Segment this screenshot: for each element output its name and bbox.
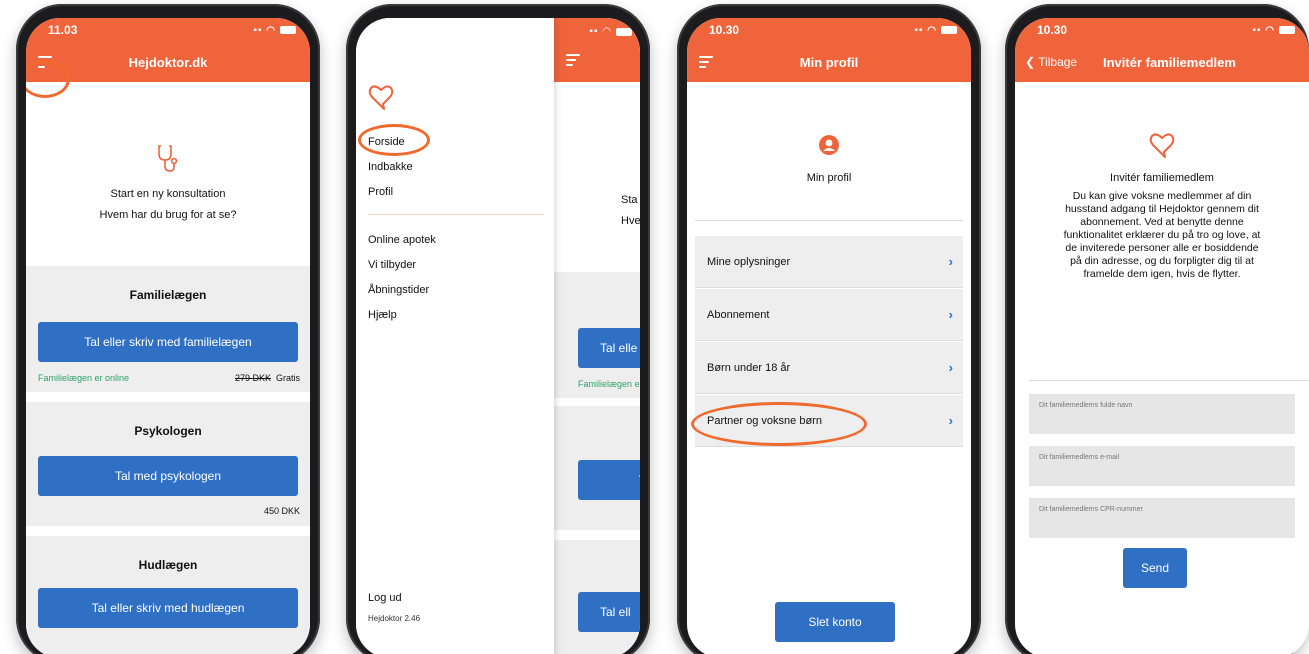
- stethoscope-icon: [26, 144, 310, 179]
- peek-status: Familielægen er: [578, 379, 640, 389]
- menu-divider: [368, 214, 544, 215]
- screen-profile: 10.30 ▪▪ ◠ Min profil Min profil Mine op…: [687, 18, 971, 654]
- peek-button[interactable]: Tal ell: [578, 592, 640, 632]
- chevron-right-icon: ›: [948, 413, 953, 428]
- peek-button[interactable]: Tal elle: [578, 328, 640, 368]
- talk-psykologen-button[interactable]: Tal med psykologen: [38, 456, 298, 496]
- navbar: ❮ Tilbage Invitér familiemedlem: [1015, 42, 1309, 82]
- navbar: Min profil: [687, 42, 971, 82]
- header-bar: 10.30 ▪▪ ◠ ❮ Tilbage Invitér familiemedl…: [1015, 18, 1309, 82]
- hamburger-menu-icon[interactable]: [566, 54, 580, 66]
- status-icons: ▪▪ ◠: [914, 25, 957, 36]
- status-icons: ▪▪ ◠: [589, 26, 632, 37]
- phone-profile: 10.30 ▪▪ ◠ Min profil Min profil Mine op…: [677, 4, 981, 654]
- peek-text: Hvem: [621, 215, 640, 227]
- status-time: 10.30: [709, 23, 740, 37]
- back-label: Tilbage: [1038, 55, 1078, 69]
- page-title: Invitér familiemedlem: [1103, 54, 1236, 70]
- battery-icon: [280, 26, 296, 34]
- row-label: Abonnement: [707, 308, 770, 321]
- consult-question: Hvem har du brug for at se?: [99, 209, 237, 221]
- phone-menu: ▪▪ ◠ Sta Hvem Tal elle Familielægen er T…: [346, 4, 650, 654]
- logout-link[interactable]: Log ud: [368, 592, 402, 604]
- invite-description: Du kan give voksne medlemmer af din huss…: [1063, 190, 1261, 280]
- screen-menu: ▪▪ ◠ Sta Hvem Tal elle Familielægen er T…: [356, 18, 640, 654]
- page-title: Min profil: [799, 54, 859, 70]
- status-icons: ▪▪ ◠: [253, 25, 296, 36]
- profile-avatar-icon: [687, 134, 971, 161]
- chevron-right-icon: ›: [948, 254, 953, 269]
- row-boern-under-18[interactable]: Børn under 18 år ›: [695, 342, 963, 394]
- card-title: Hudlægen: [138, 558, 198, 572]
- menu-group-2: Online apotek Vi tilbyder Åbningstider H…: [368, 228, 436, 328]
- peek-card: T: [554, 406, 640, 530]
- divider: [695, 220, 963, 221]
- peek-card: Tal ell: [554, 540, 640, 654]
- chevron-right-icon: ›: [948, 307, 953, 322]
- heart-logo-icon: [366, 82, 396, 117]
- status-time: 11.03: [48, 23, 78, 37]
- highlight-ring: [26, 60, 70, 98]
- talk-familielaegen-button[interactable]: Tal eller skriv med familielægen: [38, 322, 298, 362]
- invite-heading: Invitér familiemedlem: [1110, 172, 1214, 184]
- delete-account-button[interactable]: Slet konto: [775, 602, 895, 642]
- menu-item-online-apotek[interactable]: Online apotek: [368, 228, 436, 253]
- peek-button[interactable]: T: [578, 460, 640, 500]
- old-price: 279 DKK: [234, 373, 271, 383]
- app-title: Hejdoktor.dk: [128, 54, 208, 70]
- email-field[interactable]: Dit familiemedlems e-mail: [1029, 446, 1295, 486]
- menu-item-hjaelp[interactable]: Hjælp: [368, 303, 436, 328]
- phone-invite: 10.30 ▪▪ ◠ ❮ Tilbage Invitér familiemedl…: [1005, 4, 1309, 654]
- underlying-screen: ▪▪ ◠ Sta Hvem Tal elle Familielægen er T…: [554, 18, 640, 654]
- peek-text: Sta: [621, 194, 638, 206]
- cpr-field[interactable]: Dit familiemedlems CPR-nummer: [1029, 498, 1295, 538]
- phone-home: 11.03 ▪▪ ◠ Hejdoktor.dk Start en ny kons…: [16, 4, 320, 654]
- underlying-header: ▪▪ ◠: [554, 18, 640, 82]
- talk-hudlaegen-button[interactable]: Tal eller skriv med hudlægen: [38, 588, 298, 628]
- menu-item-profil[interactable]: Profil: [368, 180, 413, 205]
- card-psykologen: Psykologen Tal med psykologen 450 DKK: [26, 402, 310, 526]
- chevron-right-icon: ›: [948, 360, 953, 375]
- status-icons: ▪▪ ◠: [1252, 25, 1295, 36]
- name-field[interactable]: Dit familiemedlems fulde navn: [1029, 394, 1295, 434]
- row-abonnement[interactable]: Abonnement ›: [695, 289, 963, 341]
- status-bar: 10.30 ▪▪ ◠: [1015, 18, 1309, 42]
- status-time: 10.30: [1037, 23, 1068, 37]
- row-label: Mine oplysninger: [707, 255, 791, 268]
- highlight-ring: [691, 402, 867, 446]
- chevron-left-icon: ❮: [1025, 55, 1036, 69]
- screen-invite: 10.30 ▪▪ ◠ ❮ Tilbage Invitér familiemedl…: [1015, 18, 1309, 654]
- consult-prompt: Start en ny konsultation: [110, 188, 226, 200]
- price: 450 DKK: [263, 506, 300, 516]
- divider: [1029, 380, 1309, 381]
- app-version: Hejdoktor 2.46: [368, 614, 421, 623]
- menu-item-vi-tilbyder[interactable]: Vi tilbyder: [368, 253, 436, 278]
- battery-icon: [941, 26, 957, 34]
- peek-card: Tal elle Familielægen er: [554, 272, 640, 398]
- profile-label: Min profil: [806, 172, 852, 184]
- back-button[interactable]: ❮ Tilbage: [1025, 55, 1077, 69]
- card-title: Familielægen: [129, 288, 207, 302]
- status-bar: 11.03 ▪▪ ◠: [26, 18, 310, 42]
- online-status: Familielægen er online: [38, 373, 130, 383]
- send-button[interactable]: Send: [1123, 548, 1187, 588]
- highlight-ring: [358, 124, 430, 156]
- stage: 11.03 ▪▪ ◠ Hejdoktor.dk Start en ny kons…: [0, 0, 1309, 654]
- menu-item-indbakke[interactable]: Indbakke: [368, 155, 413, 180]
- price-free: Gratis: [275, 373, 300, 383]
- row-mine-oplysninger[interactable]: Mine oplysninger ›: [695, 236, 963, 288]
- card-title: Psykologen: [134, 424, 202, 438]
- screen-home: 11.03 ▪▪ ◠ Hejdoktor.dk Start en ny kons…: [26, 18, 310, 654]
- card-familielaegen: Familielægen Tal eller skriv med familie…: [26, 266, 310, 392]
- side-drawer: Forside Indbakke Profil Online apotek Vi…: [356, 18, 554, 654]
- header-bar: 10.30 ▪▪ ◠ Min profil: [687, 18, 971, 82]
- row-label: Børn under 18 år: [707, 361, 791, 374]
- battery-icon: [1279, 26, 1295, 34]
- card-hudlaegen: Hudlægen Tal eller skriv med hudlægen: [26, 536, 310, 654]
- menu-item-aabningstider[interactable]: Åbningstider: [368, 278, 436, 303]
- heart-logo-icon: [1015, 130, 1309, 165]
- status-bar: 10.30 ▪▪ ◠: [687, 18, 971, 42]
